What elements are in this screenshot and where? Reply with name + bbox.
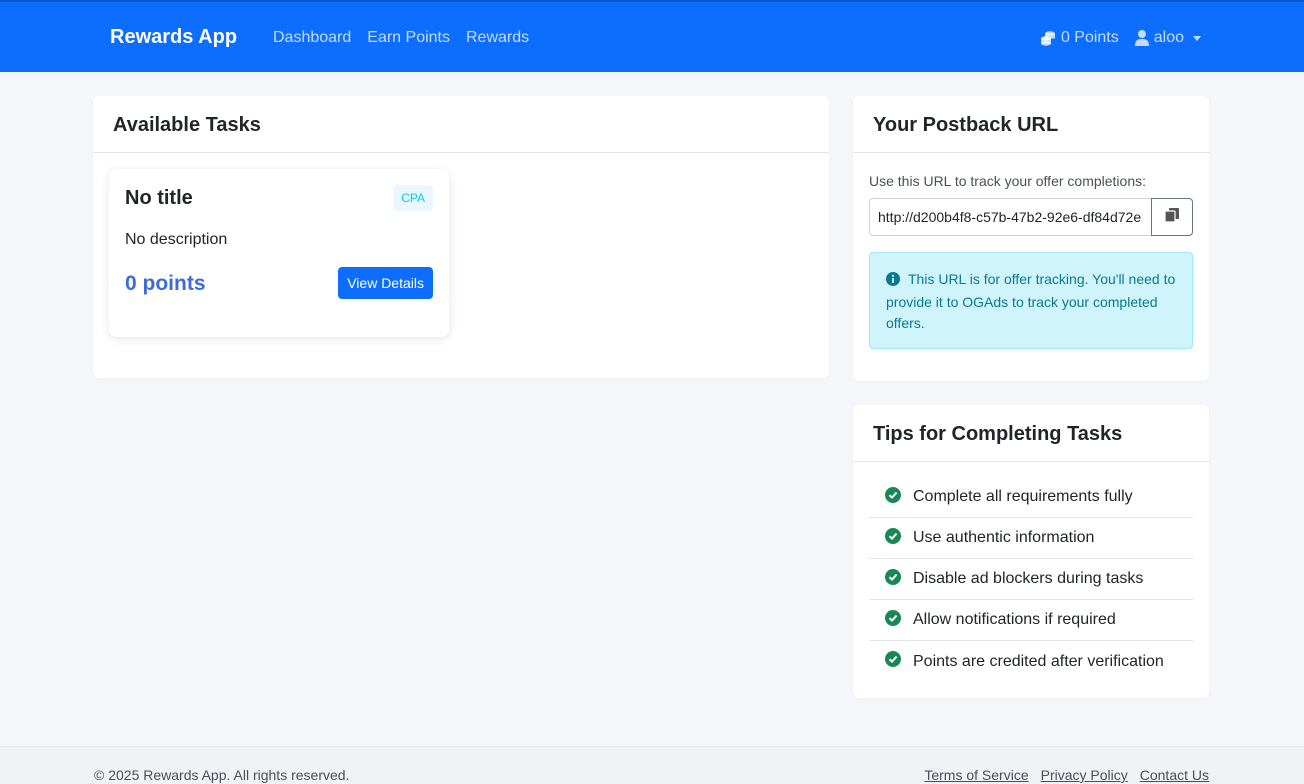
nav-earn-points[interactable]: Earn Points	[367, 29, 450, 47]
nav-links: Dashboard Earn Points Rewards	[273, 29, 529, 47]
check-circle-icon	[885, 609, 901, 631]
tip-text: Disable ad blockers during tasks	[913, 570, 1144, 587]
nav-rewards[interactable]: Rewards	[466, 29, 529, 47]
postback-url-input[interactable]: http://d200b4f8-c57b-47b2-92e6-df84d72e	[869, 198, 1151, 236]
tip-text: Allow notifications if required	[913, 611, 1116, 628]
contact-link[interactable]: Contact Us	[1140, 767, 1209, 783]
info-alert: This URL is for offer tracking. You'll n…	[869, 252, 1193, 349]
username: aloo	[1153, 29, 1184, 46]
postback-card: Your Postback URL Use this URL to track …	[853, 96, 1209, 381]
privacy-link[interactable]: Privacy Policy	[1041, 767, 1128, 783]
info-alert-text: This URL is for offer tracking. You'll n…	[886, 271, 1176, 331]
list-item: Use authentic information	[869, 518, 1193, 559]
coins-icon	[1040, 30, 1056, 46]
available-tasks-card: Available Tasks No title CPA No descript…	[93, 96, 829, 378]
tip-text: Points are credited after verification	[913, 652, 1164, 670]
copy-button[interactable]	[1151, 198, 1193, 236]
check-circle-icon	[885, 568, 901, 590]
points-label: 0 Points	[1060, 29, 1119, 46]
copy-icon	[1164, 207, 1180, 228]
footer-links: Terms of Service Privacy Policy Contact …	[924, 767, 1209, 783]
user-menu[interactable]: aloo	[1134, 29, 1201, 47]
task-card: No title CPA No description 0 points Vie…	[109, 169, 449, 337]
nav-dashboard[interactable]: Dashboard	[273, 29, 351, 47]
navbar: Rewards App Dashboard Earn Points Reward…	[0, 0, 1304, 72]
task-title: No title	[125, 187, 193, 209]
footer: © 2025 Rewards App. All rights reserved.…	[0, 746, 1304, 784]
caret-down-icon	[1193, 35, 1201, 41]
check-circle-icon	[885, 527, 901, 549]
points-display[interactable]: 0 Points	[1040, 29, 1119, 47]
postback-input-group: http://d200b4f8-c57b-47b2-92e6-df84d72e	[869, 198, 1193, 236]
tips-title: Tips for Completing Tasks	[853, 405, 1209, 462]
tip-text: Use authentic information	[913, 529, 1095, 546]
postback-title: Your Postback URL	[853, 96, 1209, 153]
info-circle-icon	[886, 271, 900, 292]
tip-text: Complete all requirements fully	[913, 488, 1133, 505]
nav-right: 0 Points aloo	[1040, 29, 1201, 47]
brand-logo[interactable]: Rewards App	[110, 26, 237, 49]
tips-list: Complete all requirements fully Use auth…	[869, 477, 1193, 682]
user-icon	[1134, 30, 1149, 46]
check-circle-icon	[885, 486, 901, 508]
available-tasks-title: Available Tasks	[93, 96, 829, 153]
check-circle-icon	[885, 651, 901, 672]
list-item: Points are credited after verification	[869, 641, 1193, 682]
terms-link[interactable]: Terms of Service	[924, 767, 1028, 783]
list-item: Allow notifications if required	[869, 600, 1193, 641]
tips-card: Tips for Completing Tasks Complete all r…	[853, 405, 1209, 698]
list-item: Disable ad blockers during tasks	[869, 559, 1193, 600]
task-type-badge: CPA	[393, 185, 433, 211]
task-points: 0 points	[125, 272, 206, 295]
task-description: No description	[125, 231, 228, 248]
copyright: © 2025 Rewards App. All rights reserved.	[94, 767, 350, 783]
list-item: Complete all requirements fully	[869, 477, 1193, 518]
postback-label: Use this URL to track your offer complet…	[869, 173, 1146, 189]
view-details-button[interactable]: View Details	[338, 267, 433, 299]
